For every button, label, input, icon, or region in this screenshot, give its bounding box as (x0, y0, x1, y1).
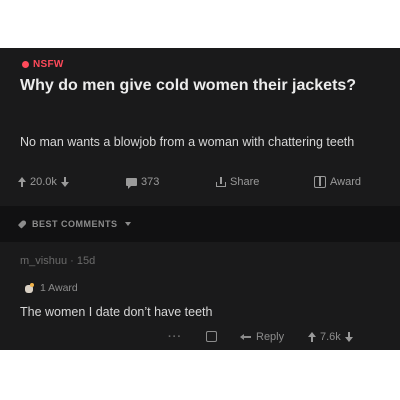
more-button[interactable]: ··· (168, 331, 182, 343)
comment-author[interactable]: m_vishuu (20, 255, 67, 267)
comment-award-badge: 1 Award (24, 282, 78, 294)
hand-award-icon (24, 282, 35, 294)
share-icon (216, 177, 226, 187)
comment-icon (126, 178, 137, 189)
downvote-icon[interactable] (344, 332, 353, 342)
post-body: No man wants a blowjob from a woman with… (20, 135, 355, 149)
award-button[interactable]: Award (314, 176, 361, 188)
upvote-icon[interactable] (308, 332, 316, 342)
award-icon (314, 176, 326, 188)
award-icon (206, 331, 217, 342)
sort-label: BEST COMMENTS (32, 219, 118, 229)
upvote-icon[interactable] (18, 177, 26, 187)
nsfw-tag: NSFW (22, 59, 64, 70)
post-actions: 20.0k 373 Share Award (18, 174, 376, 194)
comment-sort-bar: BEST COMMENTS (0, 206, 400, 242)
comment-meta: m_vishuu · 15d (20, 255, 95, 267)
upvote-count: 20.0k (30, 176, 57, 188)
award-label: Award (330, 176, 361, 188)
comment-award-button[interactable] (206, 331, 217, 342)
more-icon: ··· (168, 331, 182, 343)
reply-button[interactable]: Reply (240, 331, 284, 343)
comment-vote-group: 7.6k (308, 331, 353, 343)
comment-count: 373 (141, 176, 160, 188)
reply-label: Reply (256, 331, 285, 343)
rocket-icon (18, 220, 27, 229)
nsfw-dot-icon (22, 61, 29, 68)
meta-separator: · (70, 255, 74, 267)
comment-age: 15d (76, 255, 96, 267)
share-button[interactable]: Share (216, 176, 259, 188)
sort-dropdown[interactable]: BEST COMMENTS (18, 219, 131, 229)
vote-group: 20.0k (18, 176, 69, 188)
reddit-post-screenshot: NSFW Why do men give cold women their ja… (0, 48, 400, 350)
comment-actions: ··· Reply 7.6k (168, 330, 382, 346)
award-badge-label: 1 Award (40, 282, 78, 294)
share-label: Share (230, 176, 260, 188)
chevron-down-icon (124, 222, 131, 226)
reply-icon (240, 333, 252, 341)
comment-upvote-count: 7.6k (320, 331, 341, 343)
comments-button[interactable]: 373 (126, 176, 160, 189)
nsfw-label: NSFW (33, 59, 64, 70)
comment-body: The women I date don’t have teeth (20, 305, 213, 319)
downvote-icon[interactable] (60, 177, 69, 187)
post-title[interactable]: Why do men give cold women their jackets… (20, 76, 360, 95)
